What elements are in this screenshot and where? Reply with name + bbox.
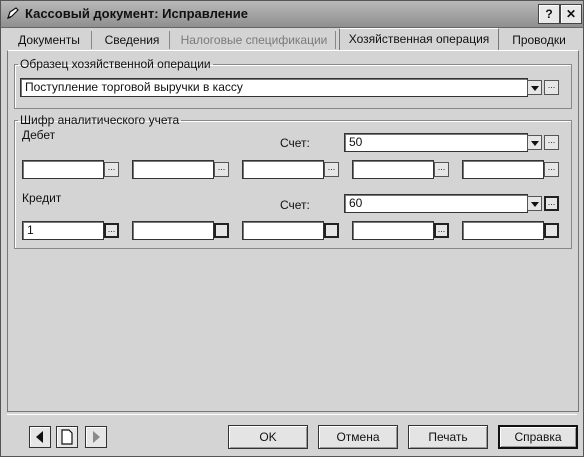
template-select[interactable]: Поступление торговой выручки в кассу [20, 78, 528, 97]
arrow-right-icon [93, 431, 100, 443]
title-bar: Кассовый документ: Исправление ? ✕ [1, 1, 583, 28]
credit-account-dropdown-arrow[interactable] [527, 196, 542, 211]
tab-documents[interactable]: Документы [7, 31, 92, 49]
document-pen-icon [6, 7, 19, 20]
debit-analytics-browse-1[interactable]: ... [104, 162, 119, 177]
credit-label: Кредит [22, 191, 62, 205]
credit-account-label: Счет: [280, 198, 310, 212]
close-button[interactable]: ✕ [560, 4, 582, 24]
tab-details[interactable]: Сведения [95, 31, 170, 49]
credit-analytics-field-5[interactable] [462, 221, 544, 240]
debit-analytics-field-3[interactable] [242, 160, 324, 179]
debit-analytics-field-4[interactable] [352, 160, 434, 179]
credit-account-browse-button[interactable]: ... [544, 196, 559, 211]
debit-account-label: Счет: [280, 136, 310, 150]
debit-label: Дебет [22, 128, 56, 142]
tab-tax-specs[interactable]: Налоговые спецификации [173, 31, 336, 49]
analytics-legend: Шифр аналитического учета [20, 113, 180, 127]
ok-button[interactable]: OK [228, 425, 308, 449]
debit-analytics-field-2[interactable] [132, 160, 214, 179]
credit-analytics-browse-2[interactable] [214, 223, 229, 238]
tab-business-operation[interactable]: Хозяйственная операция [339, 28, 499, 51]
credit-analytics-browse-4[interactable]: ... [434, 223, 449, 238]
template-browse-button[interactable]: ... [544, 80, 559, 95]
window-title: Кассовый документ: Исправление [25, 6, 248, 21]
credit-analytics-field-2[interactable] [132, 221, 214, 240]
debit-account-select[interactable]: 50 [344, 133, 528, 152]
arrow-left-icon [36, 431, 43, 443]
debit-analytics-browse-2[interactable]: ... [214, 162, 229, 177]
new-document-button[interactable] [56, 426, 78, 448]
document-icon [61, 429, 73, 445]
help-button[interactable]: Справка [498, 425, 578, 449]
help-title-button[interactable]: ? [538, 4, 560, 24]
credit-analytics-field-3[interactable] [242, 221, 324, 240]
debit-analytics-browse-3[interactable]: ... [324, 162, 339, 177]
template-legend: Образец хозяйственной операции [20, 57, 211, 71]
debit-analytics-field-1[interactable] [22, 160, 104, 179]
window: Кассовый документ: Исправление ? ✕ Докум… [0, 0, 584, 457]
tab-panel: Образец хозяйственной операции Поступлен… [7, 50, 579, 412]
print-button[interactable]: Печать [408, 425, 488, 449]
tab-bar: Документы Сведения Налоговые спецификаци… [5, 28, 581, 51]
previous-button[interactable] [29, 426, 51, 448]
debit-account-dropdown-arrow[interactable] [527, 135, 542, 150]
debit-analytics-field-5[interactable] [462, 160, 544, 179]
debit-analytics-browse-4[interactable]: ... [434, 162, 449, 177]
bottom-separator [7, 414, 577, 415]
credit-analytics-browse-3[interactable] [324, 223, 339, 238]
credit-analytics-browse-5[interactable] [544, 223, 559, 238]
credit-analytics-field-1[interactable]: 1 [22, 221, 104, 240]
credit-account-select[interactable]: 60 [344, 194, 528, 213]
tab-postings[interactable]: Проводки [503, 31, 575, 49]
cancel-button[interactable]: Отмена [318, 425, 398, 449]
credit-analytics-field-4[interactable] [352, 221, 434, 240]
template-dropdown-arrow[interactable] [527, 80, 542, 95]
debit-analytics-browse-5[interactable]: ... [544, 162, 559, 177]
debit-account-browse-button[interactable]: ... [544, 135, 559, 150]
credit-analytics-browse-1[interactable]: ... [104, 223, 119, 238]
next-button[interactable] [85, 426, 107, 448]
